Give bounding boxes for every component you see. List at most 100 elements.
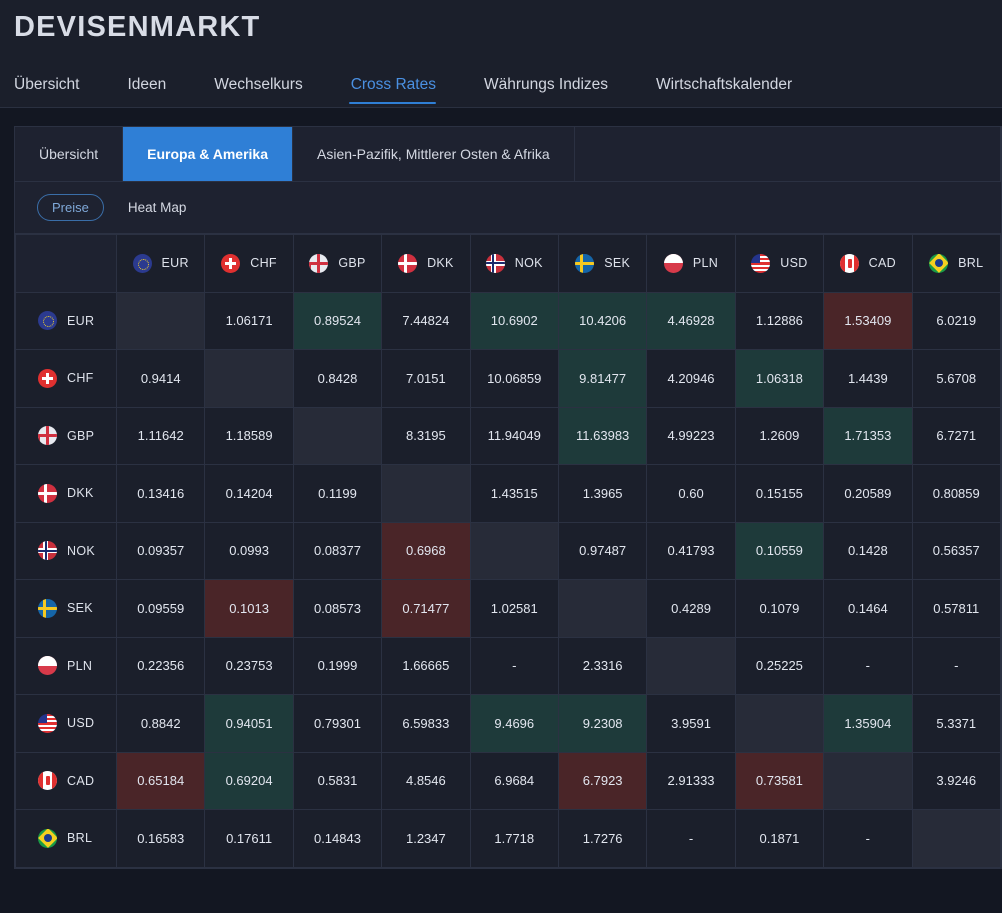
- rate-cell-gbp-usd[interactable]: 1.2609: [735, 407, 823, 465]
- rate-cell-brl-usd[interactable]: 0.1871: [735, 810, 823, 868]
- nav-item-ideen[interactable]: Ideen: [127, 77, 190, 104]
- rate-cell-eur-cad[interactable]: 1.53409: [824, 292, 912, 350]
- rate-cell-sek-cad[interactable]: 0.1464: [824, 580, 912, 638]
- rate-cell-nok-cad[interactable]: 0.1428: [824, 522, 912, 580]
- column-header-eur[interactable]: EUR: [117, 235, 205, 293]
- rate-cell-usd-chf[interactable]: 0.94051: [205, 695, 293, 753]
- rate-cell-dkk-sek[interactable]: 1.3965: [558, 465, 646, 523]
- rate-cell-dkk-chf[interactable]: 0.14204: [205, 465, 293, 523]
- rate-cell-pln-cad[interactable]: -: [824, 637, 912, 695]
- rate-cell-nok-sek[interactable]: 0.97487: [558, 522, 646, 580]
- column-header-usd[interactable]: USD: [735, 235, 823, 293]
- column-header-gbp[interactable]: GBP: [293, 235, 381, 293]
- column-header-sek[interactable]: SEK: [558, 235, 646, 293]
- rate-cell-usd-brl[interactable]: 5.3371: [912, 695, 1000, 753]
- rate-cell-pln-dkk[interactable]: 1.66665: [382, 637, 470, 695]
- rate-cell-cad-gbp[interactable]: 0.5831: [293, 752, 381, 810]
- rate-cell-cad-nok[interactable]: 6.9684: [470, 752, 558, 810]
- rate-cell-chf-dkk[interactable]: 7.0151: [382, 350, 470, 408]
- row-header-pln[interactable]: PLN: [16, 637, 117, 695]
- rate-cell-brl-nok[interactable]: 1.7718: [470, 810, 558, 868]
- rate-cell-dkk-nok[interactable]: 1.43515: [470, 465, 558, 523]
- rate-cell-gbp-eur[interactable]: 1.11642: [117, 407, 205, 465]
- rate-cell-nok-gbp[interactable]: 0.08377: [293, 522, 381, 580]
- rate-cell-usd-dkk[interactable]: 6.59833: [382, 695, 470, 753]
- rate-cell-cad-dkk[interactable]: 4.8546: [382, 752, 470, 810]
- rate-cell-pln-chf[interactable]: 0.23753: [205, 637, 293, 695]
- rate-cell-sek-eur[interactable]: 0.09559: [117, 580, 205, 638]
- rate-cell-usd-pln[interactable]: 3.9591: [647, 695, 735, 753]
- rate-cell-eur-gbp[interactable]: 0.89524: [293, 292, 381, 350]
- rate-cell-sek-pln[interactable]: 0.4289: [647, 580, 735, 638]
- rate-cell-sek-brl[interactable]: 0.57811: [912, 580, 1000, 638]
- rate-cell-cad-sek[interactable]: 6.7923: [558, 752, 646, 810]
- rate-cell-eur-usd[interactable]: 1.12886: [735, 292, 823, 350]
- rate-cell-nok-chf[interactable]: 0.0993: [205, 522, 293, 580]
- rate-cell-nok-brl[interactable]: 0.56357: [912, 522, 1000, 580]
- rate-cell-brl-pln[interactable]: -: [647, 810, 735, 868]
- rate-cell-gbp-pln[interactable]: 4.99223: [647, 407, 735, 465]
- rate-cell-dkk-brl[interactable]: 0.80859: [912, 465, 1000, 523]
- rate-cell-dkk-cad[interactable]: 0.20589: [824, 465, 912, 523]
- rate-cell-usd-gbp[interactable]: 0.79301: [293, 695, 381, 753]
- nav-item-wirtschaftskalender[interactable]: Wirtschaftskalender: [656, 77, 816, 104]
- rate-cell-sek-nok[interactable]: 1.02581: [470, 580, 558, 638]
- rate-cell-dkk-gbp[interactable]: 0.1199: [293, 465, 381, 523]
- row-header-sek[interactable]: SEK: [16, 580, 117, 638]
- column-header-nok[interactable]: NOK: [470, 235, 558, 293]
- column-header-chf[interactable]: CHF: [205, 235, 293, 293]
- rate-cell-dkk-eur[interactable]: 0.13416: [117, 465, 205, 523]
- rate-cell-dkk-usd[interactable]: 0.15155: [735, 465, 823, 523]
- row-header-nok[interactable]: NOK: [16, 522, 117, 580]
- row-header-usd[interactable]: USD: [16, 695, 117, 753]
- row-header-brl[interactable]: BRL: [16, 810, 117, 868]
- rate-cell-pln-sek[interactable]: 2.3316: [558, 637, 646, 695]
- rate-cell-sek-gbp[interactable]: 0.08573: [293, 580, 381, 638]
- rate-cell-nok-usd[interactable]: 0.10559: [735, 522, 823, 580]
- rate-cell-eur-chf[interactable]: 1.06171: [205, 292, 293, 350]
- rate-cell-gbp-nok[interactable]: 11.94049: [470, 407, 558, 465]
- rate-cell-brl-cad[interactable]: -: [824, 810, 912, 868]
- prices-toggle-button[interactable]: Preise: [37, 194, 104, 221]
- nav-item-cross-rates[interactable]: Cross Rates: [351, 77, 460, 104]
- column-header-brl[interactable]: BRL: [912, 235, 1000, 293]
- region-tab-asien-pazifik-mittlerer-osten-afrika[interactable]: Asien-Pazifik, Mittlerer Osten & Afrika: [293, 127, 575, 181]
- row-header-gbp[interactable]: GBP: [16, 407, 117, 465]
- column-header-dkk[interactable]: DKK: [382, 235, 470, 293]
- rate-cell-chf-cad[interactable]: 1.4439: [824, 350, 912, 408]
- rate-cell-chf-pln[interactable]: 4.20946: [647, 350, 735, 408]
- rate-cell-chf-nok[interactable]: 10.06859: [470, 350, 558, 408]
- rate-cell-pln-eur[interactable]: 0.22356: [117, 637, 205, 695]
- rate-cell-pln-nok[interactable]: -: [470, 637, 558, 695]
- rate-cell-usd-sek[interactable]: 9.2308: [558, 695, 646, 753]
- column-header-pln[interactable]: PLN: [647, 235, 735, 293]
- rate-cell-eur-dkk[interactable]: 7.44824: [382, 292, 470, 350]
- row-header-chf[interactable]: CHF: [16, 350, 117, 408]
- rate-cell-brl-sek[interactable]: 1.7276: [558, 810, 646, 868]
- rate-cell-usd-eur[interactable]: 0.8842: [117, 695, 205, 753]
- rate-cell-chf-sek[interactable]: 9.81477: [558, 350, 646, 408]
- rate-cell-sek-dkk[interactable]: 0.71477: [382, 580, 470, 638]
- rate-cell-gbp-dkk[interactable]: 8.3195: [382, 407, 470, 465]
- row-header-eur[interactable]: EUR: [16, 292, 117, 350]
- column-header-cad[interactable]: CAD: [824, 235, 912, 293]
- rate-cell-cad-chf[interactable]: 0.69204: [205, 752, 293, 810]
- region-tab-europa-amerika[interactable]: Europa & Amerika: [123, 127, 293, 181]
- rate-cell-chf-gbp[interactable]: 0.8428: [293, 350, 381, 408]
- rate-cell-eur-brl[interactable]: 6.0219: [912, 292, 1000, 350]
- row-header-dkk[interactable]: DKK: [16, 465, 117, 523]
- rate-cell-nok-dkk[interactable]: 0.6968: [382, 522, 470, 580]
- rate-cell-sek-usd[interactable]: 0.1079: [735, 580, 823, 638]
- rate-cell-pln-brl[interactable]: -: [912, 637, 1000, 695]
- nav-item--bersicht[interactable]: Übersicht: [14, 77, 103, 104]
- rate-cell-nok-pln[interactable]: 0.41793: [647, 522, 735, 580]
- rate-cell-chf-usd[interactable]: 1.06318: [735, 350, 823, 408]
- rate-cell-gbp-sek[interactable]: 11.63983: [558, 407, 646, 465]
- rate-cell-eur-pln[interactable]: 4.46928: [647, 292, 735, 350]
- rate-cell-cad-pln[interactable]: 2.91333: [647, 752, 735, 810]
- rate-cell-pln-gbp[interactable]: 0.1999: [293, 637, 381, 695]
- rate-cell-chf-eur[interactable]: 0.9414: [117, 350, 205, 408]
- heat-map-toggle-link[interactable]: Heat Map: [128, 200, 187, 215]
- rate-cell-eur-sek[interactable]: 10.4206: [558, 292, 646, 350]
- rate-cell-usd-nok[interactable]: 9.4696: [470, 695, 558, 753]
